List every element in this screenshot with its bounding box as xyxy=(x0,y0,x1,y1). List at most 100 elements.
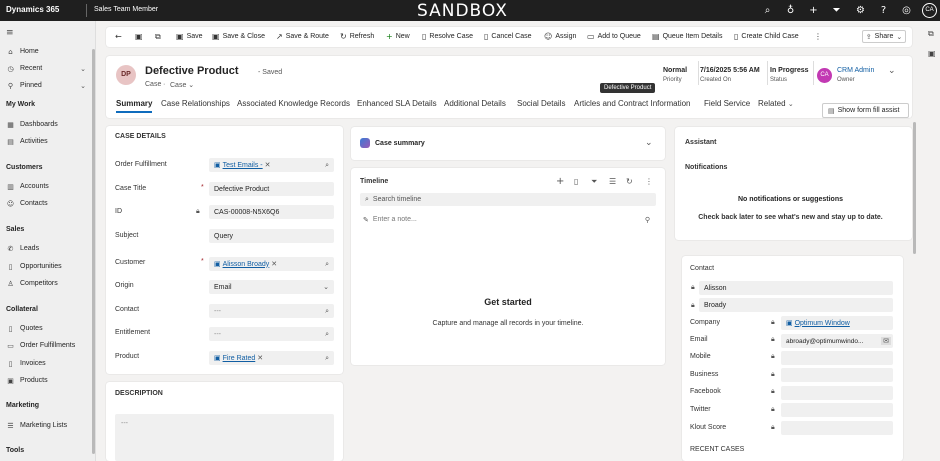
more-commands-button[interactable]: ⋮ xyxy=(814,32,822,41)
subject-field[interactable]: Query xyxy=(209,229,334,243)
record-set-button[interactable]: ▣ xyxy=(135,32,143,41)
app-brand[interactable]: Dynamics 365 xyxy=(6,5,59,14)
resolve-case-button[interactable]: ▯ Resolve Case xyxy=(422,32,473,41)
nav-activities[interactable]: ▤ Activities xyxy=(6,135,47,148)
search-icon[interactable]: ⌕ xyxy=(325,354,329,363)
description-textarea[interactable]: --- xyxy=(115,414,334,461)
create-child-case-button[interactable]: ▯ Create Child Case xyxy=(734,32,799,41)
left-navigation: ≡ ⌂ Home ◷ Recent ⌄ ⚲ Pinned ⌄ My Work ▦ Dashb… xyxy=(0,21,96,461)
note-input[interactable]: ✎ Enter a note... ⚲ xyxy=(360,213,656,226)
search-icon[interactable]: ⌕ xyxy=(325,161,329,170)
tab-underline xyxy=(116,111,152,113)
nav-pinned[interactable]: ⚲ Pinned ⌄ xyxy=(6,79,86,92)
cancel-case-button[interactable]: ▯ Cancel Case xyxy=(484,32,531,41)
case-summary-section[interactable]: Case summary ⌄ xyxy=(351,127,665,160)
tab-articles-contract-information[interactable]: Articles and Contract Information xyxy=(574,99,691,108)
search-icon[interactable]: ⌕ xyxy=(325,260,329,269)
queue-item-details-button[interactable]: ▤ Queue Item Details xyxy=(652,32,722,41)
plus-icon[interactable]: + xyxy=(556,176,564,187)
nav-home[interactable]: ⌂ Home xyxy=(6,45,38,58)
lookup-link[interactable]: Optimum Window xyxy=(795,320,850,327)
owner-label: Owner xyxy=(837,77,855,83)
form-fill-assist-button[interactable]: ▤ Show form fill assist xyxy=(822,103,909,118)
route-icon: ↗ xyxy=(276,32,283,41)
save-route-button[interactable]: ↗ Save & Route xyxy=(276,32,329,41)
tab-additional-details[interactable]: Additional Details xyxy=(444,99,506,108)
product-field[interactable]: ▣ Fire Rated ✕ ⌕ xyxy=(209,351,334,365)
plus-icon[interactable]: + xyxy=(807,4,820,17)
chevron-down-icon[interactable]: ⌄ xyxy=(888,66,896,76)
search-icon[interactable]: ⌕ xyxy=(761,4,774,17)
hamburger-menu-icon[interactable]: ≡ xyxy=(6,28,14,38)
tab-field-service[interactable]: Field Service xyxy=(704,99,750,108)
customer-field[interactable]: ▣ Alisson Broady ✕ ⌕ xyxy=(209,257,334,271)
nav-leads[interactable]: ✆ Leads xyxy=(6,242,40,255)
nav-order-fulfillments[interactable]: ▭ Order Fulfillments xyxy=(6,339,75,352)
new-button[interactable]: + New xyxy=(386,32,410,41)
tab-summary[interactable]: Summary xyxy=(116,99,152,108)
timeline-search-input[interactable]: ⌕ Search timeline xyxy=(360,193,656,206)
nav-invoices[interactable]: ▯ Invoices xyxy=(6,357,46,370)
tab-case-relationships[interactable]: Case Relationships xyxy=(161,99,230,108)
opportunity-icon: ▯ xyxy=(8,262,13,271)
nav-quotes[interactable]: ▯ Quotes xyxy=(6,322,43,335)
lookup-link[interactable]: Alisson Broady xyxy=(223,261,270,268)
nav-label: Recent xyxy=(20,65,43,72)
nav-recent[interactable]: ◷ Recent ⌄ xyxy=(6,62,86,75)
nav-opportunities[interactable]: ▯ Opportunities xyxy=(6,260,62,273)
input-value: Alisson xyxy=(704,284,727,292)
back-button[interactable]: ← xyxy=(115,32,122,41)
attachment-icon[interactable]: ⚲ xyxy=(645,216,650,224)
nav-contacts[interactable]: ☺ Contacts xyxy=(6,197,48,210)
order-fulfillment-field[interactable]: ▣ Test Emails - ✕ ⌕ xyxy=(209,158,334,172)
refresh-icon[interactable]: ↻ xyxy=(626,177,633,186)
chevron-down-icon[interactable]: ⌄ xyxy=(645,138,653,148)
tab-social-details[interactable]: Social Details xyxy=(517,99,565,108)
filter-icon[interactable]: ⏷ xyxy=(830,4,843,17)
mail-icon[interactable]: ✉ xyxy=(881,337,891,345)
more-vertical-icon[interactable]: ⋮ xyxy=(645,177,653,186)
filter-icon[interactable]: ⏷ xyxy=(591,177,597,187)
nav-accounts[interactable]: ▥ Accounts xyxy=(6,180,49,193)
nav-competitors[interactable]: ♙ Competitors xyxy=(6,277,57,290)
lookup-link[interactable]: Fire Rated xyxy=(223,355,256,362)
tab-related[interactable]: Related ⌄ xyxy=(758,99,794,108)
lightbulb-icon[interactable]: ♁ xyxy=(784,4,797,17)
tab-enhanced-sla-details[interactable]: Enhanced SLA Details xyxy=(357,99,437,108)
open-new-window-button[interactable]: ⧉ xyxy=(155,32,161,42)
save-close-button[interactable]: ▣ Save & Close xyxy=(212,32,265,41)
form-selector[interactable]: Case ⌄ xyxy=(170,81,194,89)
list-icon[interactable]: ☰ xyxy=(609,177,616,186)
help-icon[interactable]: ? xyxy=(877,4,890,17)
close-icon[interactable]: ✕ xyxy=(265,161,271,169)
case-title-input[interactable]: Defective Product xyxy=(209,182,334,196)
add-to-queue-button[interactable]: ▭ Add to Queue xyxy=(587,32,641,41)
copilot-icon[interactable]: ◎ xyxy=(900,4,913,17)
save-button[interactable]: ▣ Save xyxy=(176,32,203,41)
close-icon[interactable]: ✕ xyxy=(257,354,263,362)
close-icon[interactable]: ✕ xyxy=(271,260,277,268)
owner-link[interactable]: CRM Admin xyxy=(837,67,874,74)
bookmark-icon[interactable]: ▯ xyxy=(574,177,578,186)
user-avatar[interactable]: CA xyxy=(922,3,937,18)
search-icon[interactable]: ⌕ xyxy=(325,307,329,316)
nav-products[interactable]: ▣ Products xyxy=(6,374,47,387)
nav-dashboards[interactable]: ▦ Dashboards xyxy=(6,118,58,131)
origin-select[interactable]: Email ⌄ xyxy=(209,280,334,294)
contact-field[interactable]: --- ⌕ xyxy=(209,304,334,318)
nav-marketing-lists[interactable]: ☰ Marketing Lists xyxy=(6,419,67,432)
app-name[interactable]: Sales Team Member xyxy=(94,6,158,13)
refresh-button[interactable]: ↻ Refresh xyxy=(340,32,374,41)
nav-scrollbar[interactable] xyxy=(92,49,95,454)
lookup-link[interactable]: Test Emails - xyxy=(223,162,263,169)
side-pane-icon-2[interactable]: ▣ xyxy=(928,49,936,58)
share-button[interactable]: ⇪ Share ⌄ xyxy=(862,30,906,43)
side-pane-icon[interactable]: ⧉ xyxy=(928,29,934,39)
right-scrollbar[interactable] xyxy=(913,122,916,254)
gear-icon[interactable]: ⚙ xyxy=(854,4,867,17)
assign-button[interactable]: ☺ Assign xyxy=(544,32,576,41)
search-icon[interactable]: ⌕ xyxy=(325,330,329,339)
button-label: Save & Close xyxy=(222,33,265,40)
entitlement-field[interactable]: --- ⌕ xyxy=(209,327,334,341)
tab-associated-knowledge-records[interactable]: Associated Knowledge Records xyxy=(237,99,350,108)
